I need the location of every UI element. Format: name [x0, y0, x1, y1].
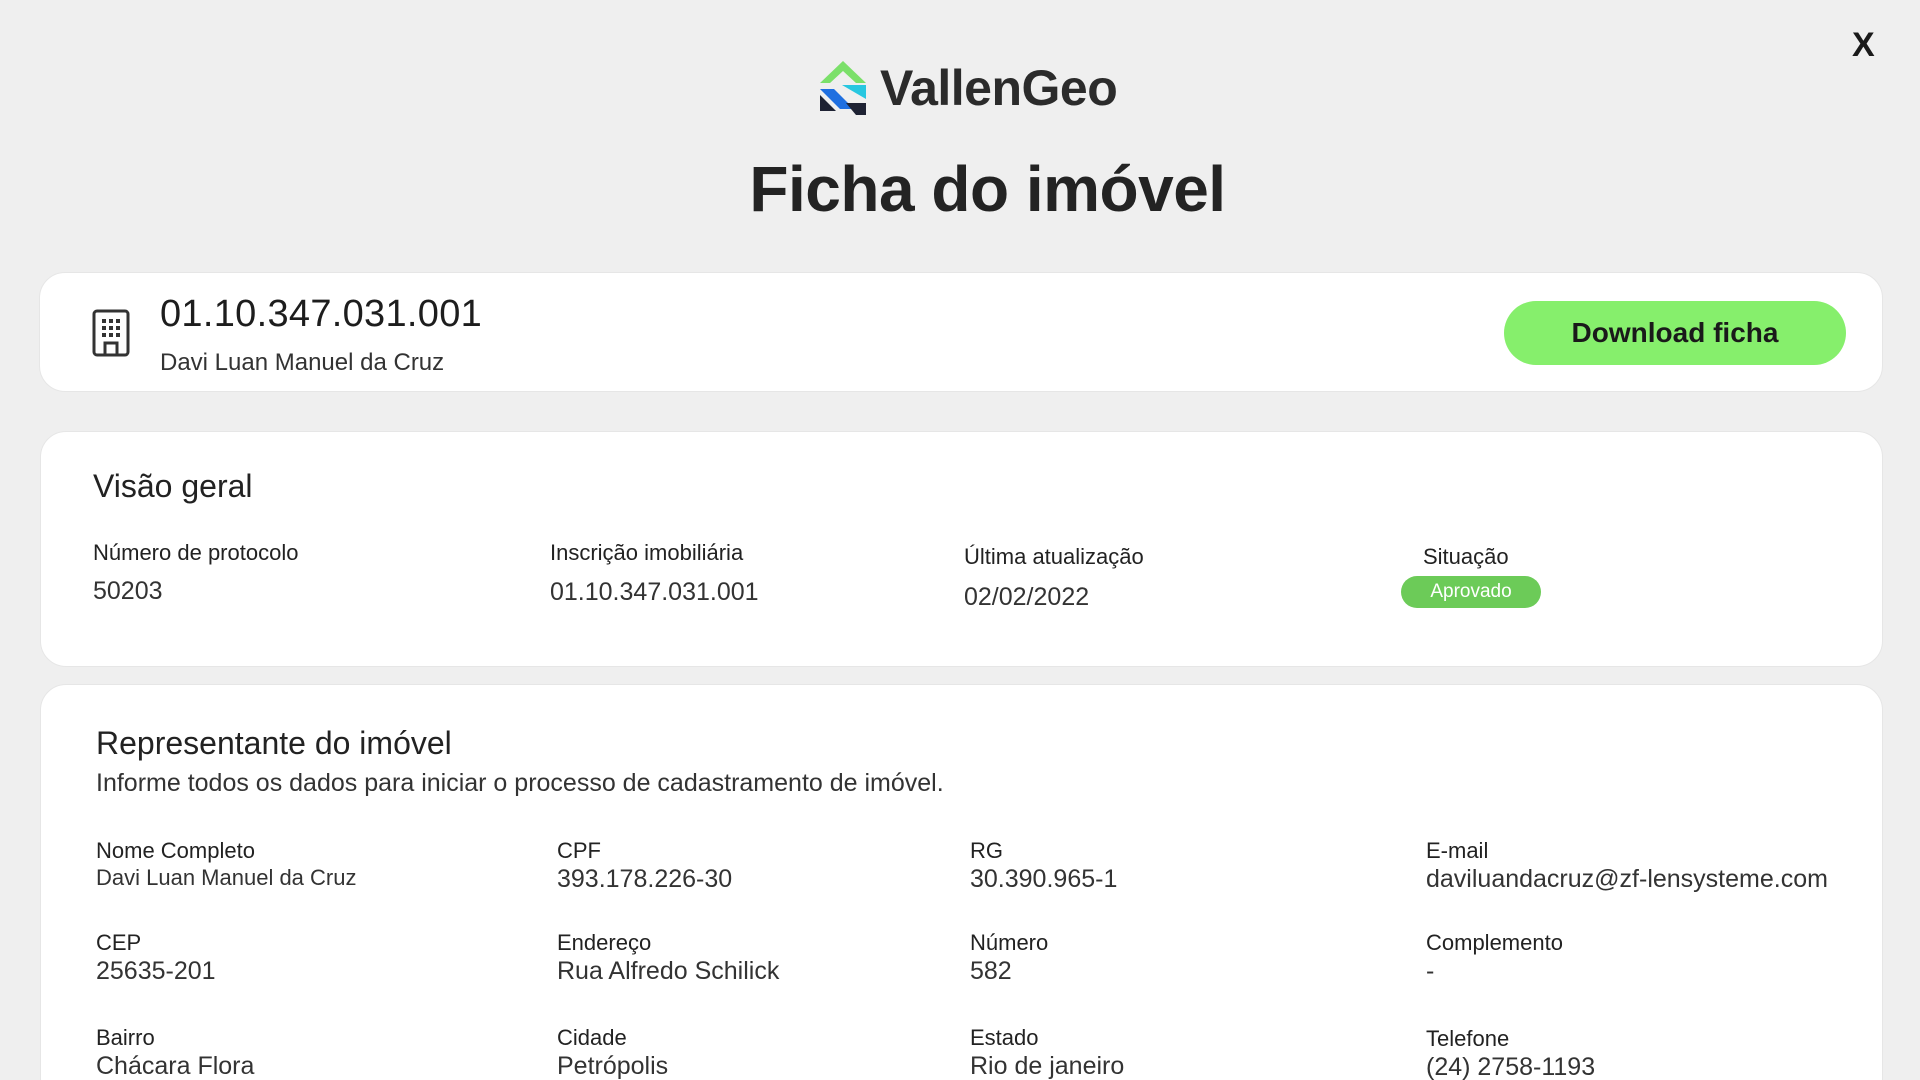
address-value: Rua Alfredo Schilick [557, 957, 780, 985]
vallengeo-logo-icon [820, 61, 866, 115]
representative-card: Representante do imóvel Informe todos os… [40, 684, 1883, 1080]
brand-header: VallenGeo [816, 52, 1118, 124]
property-owner: Davi Luan Manuel da Cruz [160, 349, 445, 376]
last-update-value: 02/02/2022 [964, 583, 1090, 611]
number-value: 582 [970, 957, 1012, 985]
status-badge: Aprovado [1401, 576, 1541, 608]
property-registration-label: Inscrição imobiliária [550, 540, 744, 565]
address-label: Endereço [557, 930, 652, 955]
cep-label: CEP [96, 930, 142, 955]
last-update-label: Última atualização [964, 544, 1144, 569]
overview-card: Visão geral Número de protocolo 50203 In… [40, 431, 1883, 667]
close-button[interactable]: X [1852, 28, 1875, 62]
property-id: 01.10.347.031.001 [160, 293, 483, 335]
cpf-value: 393.178.226-30 [557, 865, 733, 893]
full-name-label: Nome Completo [96, 838, 255, 863]
brand-name: VallenGeo [880, 60, 1118, 116]
email-value: daviluandacruz@zf-lensysteme.com [1426, 865, 1828, 893]
representative-subtitle: Informe todos os dados para iniciar o pr… [96, 769, 944, 797]
cep-value: 25635-201 [96, 957, 216, 985]
phone-value: (24) 2758-1193 [1426, 1053, 1596, 1080]
city-value: Petrópolis [557, 1052, 669, 1080]
neighborhood-label: Bairro [96, 1025, 155, 1050]
neighborhood-value: Chácara Flora [96, 1052, 255, 1080]
phone-label: Telefone [1426, 1026, 1510, 1051]
complement-value: - [1426, 957, 1435, 985]
state-value: Rio de janeiro [970, 1052, 1125, 1080]
overview-title: Visão geral [93, 468, 253, 504]
property-registration-value: 01.10.347.031.001 [550, 578, 759, 606]
page-title: Ficha do imóvel [749, 153, 1226, 225]
email-label: E-mail [1426, 838, 1489, 863]
city-label: Cidade [557, 1025, 627, 1050]
status-label: Situação [1423, 544, 1509, 569]
property-summary-card: 01.10.347.031.001 Davi Luan Manuel da Cr… [39, 272, 1883, 392]
rg-label: RG [970, 838, 1003, 863]
property-record-page: X VallenGeo Ficha do imóvel 01.10.347.03… [0, 0, 1920, 1080]
download-record-button[interactable]: Download ficha [1504, 301, 1846, 365]
number-label: Número [970, 930, 1049, 955]
rg-value: 30.390.965-1 [970, 865, 1118, 893]
state-label: Estado [970, 1025, 1039, 1050]
protocol-number-label: Número de protocolo [93, 540, 299, 565]
building-icon [92, 309, 130, 357]
protocol-number-value: 50203 [93, 577, 163, 605]
full-name-value: Davi Luan Manuel da Cruz [96, 865, 357, 890]
representative-title: Representante do imóvel [96, 725, 452, 761]
cpf-label: CPF [557, 838, 601, 863]
complement-label: Complemento [1426, 930, 1563, 955]
